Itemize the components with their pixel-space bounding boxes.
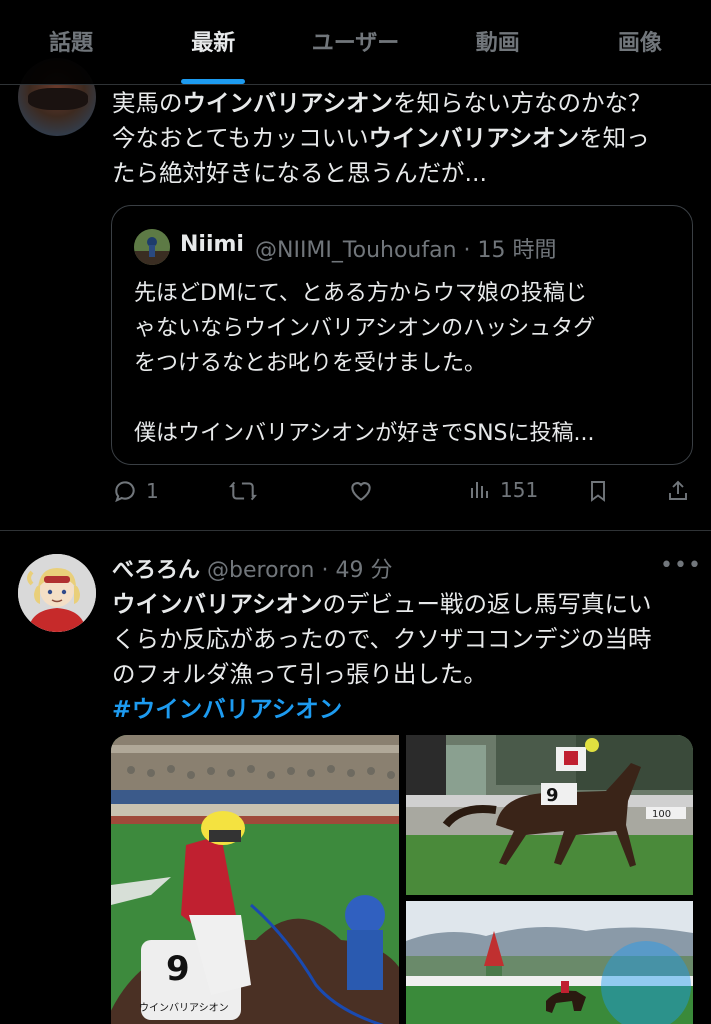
saddle-name: ウインバリアシオン [139, 1002, 229, 1014]
saddle-number: 9 [166, 949, 190, 989]
reply-button[interactable]: 1 [112, 478, 159, 504]
share-icon [669, 480, 687, 500]
app-root: 話題 最新 ユーザー 動画 画像 実馬のウインバリアシオンを知らない方なのかな？… [0, 0, 711, 1024]
emphasis-text: ウインバリアシオン [368, 124, 580, 152]
photo-image: 100 9 [406, 735, 693, 895]
tab-trending[interactable]: 話題 [0, 0, 142, 84]
quoted-avatar[interactable] [134, 229, 170, 265]
text-span: のデビュー戦の返し馬写真にい [322, 590, 652, 618]
text-span: 実馬の [112, 89, 183, 117]
tab-latest[interactable]: 最新 [142, 0, 284, 84]
text-line: くらか反応があったので、クソザココンデジの当時 [112, 625, 652, 653]
reply-count: 1 [146, 479, 159, 503]
text-span: 今なおとてもカッコいい [112, 124, 369, 152]
text-span: を知らない方なのかな？ [393, 89, 652, 117]
tab-label: 話題 [49, 31, 94, 56]
tab-label: ユーザー [311, 31, 400, 56]
hashtag-link[interactable]: #ウインバリアシオン [112, 692, 702, 727]
views-count: 151 [500, 478, 539, 502]
retweet-icon [229, 481, 257, 501]
more-options-icon[interactable]: ••• [660, 553, 702, 578]
tab-label: 動画 [475, 31, 520, 56]
tab-label: 最新 [191, 31, 236, 56]
tab-videos[interactable]: 動画 [427, 0, 569, 84]
photo-jockey-closeup[interactable]: 9 ウインバリアシオン [111, 735, 399, 1024]
retweet-button[interactable] [229, 478, 257, 504]
author-name[interactable]: べろろん [112, 558, 200, 583]
tweet-text: ウインバリアシオンのデビュー戦の返し馬写真にい くらか反応があったので、クソザコ… [112, 587, 702, 727]
search-tabs: 話題 最新 ユーザー 動画 画像 [0, 0, 711, 85]
views-icon [471, 482, 488, 498]
tweet-actions: 1 151 [0, 478, 711, 518]
text-span: を知っ [579, 124, 650, 152]
text-line: のフォルダ漁って引っ張り出した。 [112, 660, 487, 688]
avatar-image [18, 554, 96, 632]
share-button[interactable] [666, 478, 690, 504]
views-button[interactable]: 151 [468, 478, 538, 502]
emphasis-text: ウインバリアシオン [112, 590, 323, 618]
text-line: をつけるなとお叱りを受けました。 [134, 351, 487, 376]
active-tab-indicator [181, 79, 246, 84]
text-line: 先ほどDMにて、とある方からウマ娘の投稿じ [134, 281, 587, 306]
author-handle-time: @beroron · 49 分 [207, 558, 393, 583]
tab-images[interactable]: 画像 [569, 0, 711, 84]
quoted-author-name[interactable]: Niimi [180, 232, 244, 257]
bookmark-button[interactable] [586, 478, 610, 504]
tweet-text: 実馬のウインバリアシオンを知らない方なのかな？ 今なおとてもカッコいいウインバリ… [112, 86, 702, 191]
saddle-number: 9 [546, 785, 559, 806]
quoted-avatar-image [134, 229, 170, 265]
like-button[interactable] [348, 478, 374, 504]
photo-image: 9 ウインバリアシオン [111, 735, 399, 1024]
text-line: たら絶対好きになると思うんだが... [112, 159, 487, 187]
photo-horse-galloping[interactable]: 100 9 [406, 735, 693, 895]
quoted-text: 先ほどDMにて、とある方からウマ娘の投稿じ ゃないならウインバリアシオンのハッシ… [134, 276, 674, 451]
text-line: ゃないならウインバリアシオンのハッシュタグ [134, 316, 596, 341]
quoted-tweet[interactable]: Niimi @NIIMI_Touhoufan · 15 時間 先ほどDMにて、と… [111, 205, 693, 465]
photo-grid: 9 ウインバリアシオン 100 9 [111, 735, 693, 1024]
photo-board-text: 100 [652, 809, 671, 820]
heart-icon [351, 482, 371, 501]
text-line: 僕はウインバリアシオンが好きでSNSに投稿... [134, 421, 595, 446]
photo-racecourse-wide[interactable] [406, 901, 693, 1024]
photo-image [406, 901, 693, 1024]
reply-icon [115, 481, 135, 503]
tweet-divider [0, 530, 711, 531]
bookmark-icon [591, 481, 605, 502]
quoted-handle-time: @NIIMI_Touhoufan · 15 時間 [255, 238, 557, 263]
tab-users[interactable]: ユーザー [284, 0, 426, 84]
tweet-header: べろろん @beroron · 49 分 [112, 552, 392, 584]
emphasis-text: ウインバリアシオン [182, 89, 394, 117]
tab-label: 画像 [617, 31, 662, 56]
avatar[interactable] [18, 554, 96, 632]
